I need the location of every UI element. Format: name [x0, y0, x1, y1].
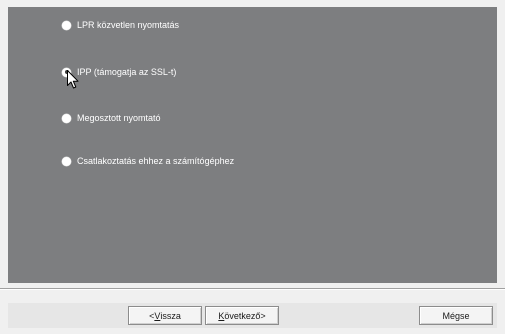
- option-shared-label: Megosztott nyomtató: [77, 113, 161, 123]
- option-ipp-label: IPP (támogatja az SSL-t): [77, 67, 177, 77]
- next-button-rest: övetkező: [224, 310, 261, 321]
- option-shared-printer[interactable]: Megosztott nyomtató: [62, 112, 161, 124]
- back-button-rest: issza: [160, 310, 181, 321]
- option-lpr-label: LPR közvetlen nyomtatás: [77, 20, 180, 30]
- next-button[interactable]: Következő >: [205, 306, 279, 325]
- mouse-pointer-icon: [67, 70, 79, 89]
- radio-connect-icon[interactable]: [62, 156, 71, 166]
- divider-highlight: [0, 289, 505, 290]
- option-ipp-ssl[interactable]: IPP (támogatja az SSL-t): [62, 66, 176, 78]
- radio-lpr-icon[interactable]: [62, 20, 71, 30]
- cancel-button[interactable]: Mégse: [419, 306, 493, 325]
- options-panel: [8, 7, 497, 283]
- radio-shared-icon[interactable]: [62, 113, 71, 123]
- option-connect-to-computer[interactable]: Csatlakoztatás ehhez a számítógéphez: [62, 155, 234, 167]
- option-lpr-direct-print[interactable]: LPR közvetlen nyomtatás: [62, 19, 179, 31]
- option-connect-label: Csatlakoztatás ehhez a számítógéphez: [77, 156, 235, 166]
- back-button[interactable]: < Vissza: [128, 306, 202, 325]
- next-button-suffix: >: [260, 310, 266, 321]
